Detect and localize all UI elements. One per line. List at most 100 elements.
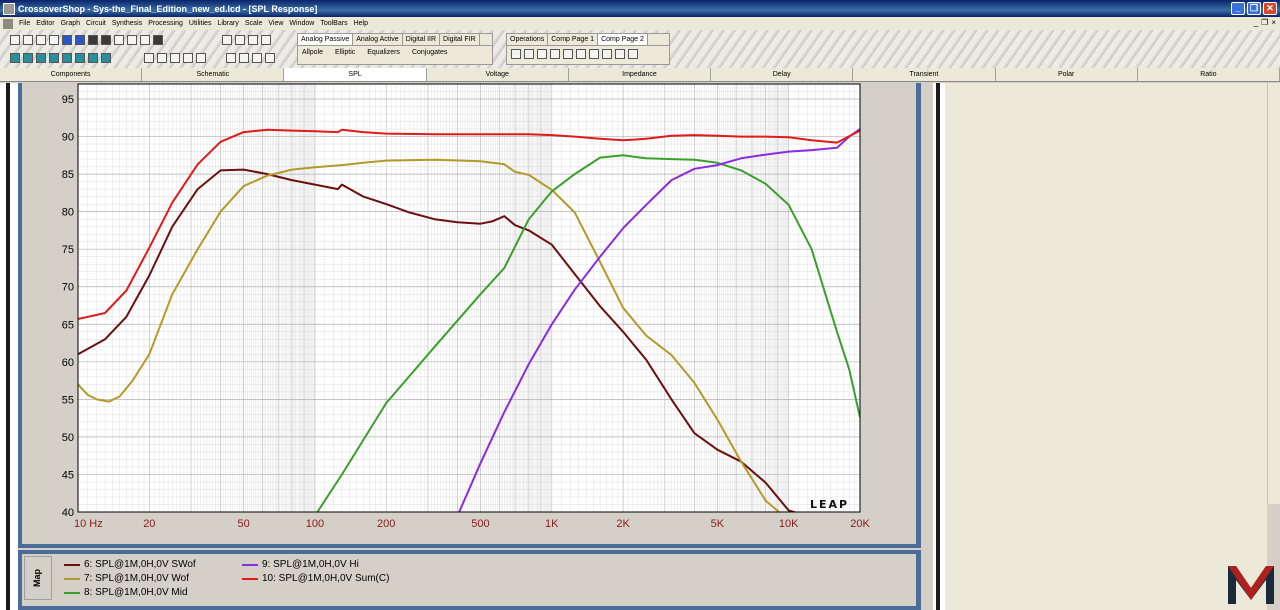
legend-item-mid[interactable]: 8: SPL@1M,0H,0V Mid xyxy=(64,587,188,598)
menu-help[interactable]: Help xyxy=(351,20,371,27)
legend-item-swof[interactable]: 6: SPL@1M,0H,0V SWof xyxy=(64,559,196,570)
component-icon[interactable] xyxy=(88,35,98,45)
tab-digital-fir[interactable]: Digital FIR xyxy=(440,34,480,45)
panel-toolbar xyxy=(226,53,275,63)
filter-icon[interactable] xyxy=(615,49,625,59)
menu-circuit[interactable]: Circuit xyxy=(83,20,109,27)
zoom-in-icon[interactable] xyxy=(10,53,20,63)
window-controls: _ ❐ ✕ xyxy=(1231,2,1277,15)
export-icon[interactable] xyxy=(114,35,124,45)
minimize-button[interactable]: _ xyxy=(1231,2,1245,15)
grid-icon[interactable] xyxy=(75,53,85,63)
tab-operations[interactable]: Operations xyxy=(507,34,549,45)
legend-item-wof[interactable]: 7: SPL@1M,0H,0V Wof xyxy=(64,573,189,584)
pan-icon[interactable] xyxy=(49,53,59,63)
menu-view[interactable]: View xyxy=(265,20,286,27)
diode-icon[interactable] xyxy=(550,49,560,59)
legend-item-sum[interactable]: 10: SPL@1M,0H,0V Sum(C) xyxy=(242,573,389,584)
new-file-icon[interactable] xyxy=(10,35,20,45)
cursor-icon[interactable] xyxy=(62,53,72,63)
print-preview-icon[interactable] xyxy=(127,35,137,45)
layout-3-icon[interactable] xyxy=(170,53,180,63)
scale-icon[interactable] xyxy=(88,53,98,63)
zoom-out-icon[interactable] xyxy=(23,53,33,63)
grid-snap-icon[interactable] xyxy=(235,35,245,45)
tab-polar[interactable]: Polar xyxy=(996,68,1138,81)
circle-icon[interactable] xyxy=(511,49,521,59)
legend-swatch xyxy=(242,577,258,580)
mdi-minimize-button[interactable]: _ xyxy=(1254,18,1258,27)
menu-processing[interactable]: Processing xyxy=(145,20,186,27)
x-tick-label: 200 xyxy=(377,518,395,530)
document-icon[interactable] xyxy=(3,18,13,29)
switch-icon[interactable] xyxy=(628,49,638,59)
map-label: Map xyxy=(32,569,42,587)
close-button[interactable]: ✕ xyxy=(1263,2,1277,15)
layout-2-icon[interactable] xyxy=(157,53,167,63)
open-file-icon[interactable] xyxy=(23,35,33,45)
capacitor-icon[interactable] xyxy=(537,49,547,59)
settings-icon[interactable] xyxy=(153,35,163,45)
play-icon[interactable] xyxy=(589,49,599,59)
tab-delay[interactable]: Delay xyxy=(711,68,854,81)
panel-1-icon[interactable] xyxy=(226,53,236,63)
amplifier-icon[interactable] xyxy=(563,49,573,59)
tab-spl[interactable]: SPL xyxy=(284,68,427,81)
menu-graph[interactable]: Graph xyxy=(58,20,83,27)
menu-synthesis[interactable]: Synthesis xyxy=(109,20,145,27)
resistor-icon[interactable] xyxy=(524,49,534,59)
menu-utilities[interactable]: Utilities xyxy=(186,20,215,27)
view-tab-strip: Components Schematic SPL Voltage Impedan… xyxy=(0,68,1280,82)
layout-5-icon[interactable] xyxy=(196,53,206,63)
print-icon[interactable] xyxy=(140,35,150,45)
map-tab[interactable]: Map xyxy=(24,556,52,600)
tab-components[interactable]: Components xyxy=(0,68,143,81)
layout-4-icon[interactable] xyxy=(183,53,193,63)
tab-digital-iir[interactable]: Digital IIR xyxy=(403,34,441,45)
tab-ratio[interactable]: Ratio xyxy=(1138,68,1280,81)
chip-icon[interactable] xyxy=(101,35,111,45)
elliptic-button[interactable]: Elliptic xyxy=(335,49,355,56)
save-as-icon[interactable] xyxy=(75,35,85,45)
tab-schematic[interactable]: Schematic xyxy=(142,68,285,81)
equalizers-button[interactable]: Equalizers xyxy=(367,49,400,56)
legend-item-hi[interactable]: 9: SPL@1M,0H,0V Hi xyxy=(242,559,359,570)
menu-editor[interactable]: Editor xyxy=(33,20,57,27)
menu-toolbars[interactable]: ToolBars xyxy=(317,20,350,27)
menu-library[interactable]: Library xyxy=(214,20,241,27)
menu-scale[interactable]: Scale xyxy=(242,20,266,27)
legend-swatch xyxy=(64,563,80,566)
tab-analog-active[interactable]: Analog Active xyxy=(353,34,403,45)
tab-voltage[interactable]: Voltage xyxy=(427,68,569,81)
spl-chart[interactable]: 40 45 50 55 60 65 70 75 80 85 90 95 10 Hz 20 50 100 200… xyxy=(22,83,916,544)
tab-transient[interactable]: Transient xyxy=(853,68,996,81)
mdi-restore-button[interactable]: ❐ xyxy=(1261,18,1268,27)
allpole-button[interactable]: Allpole xyxy=(302,49,323,56)
splitter[interactable] xyxy=(933,83,945,610)
align-icon[interactable] xyxy=(222,35,232,45)
box-icon[interactable] xyxy=(261,35,271,45)
mdi-close-button[interactable]: × xyxy=(1271,18,1276,27)
conjugates-button[interactable]: Conjugates xyxy=(412,49,447,56)
tab-comp-page-2[interactable]: Comp Page 2 xyxy=(598,34,648,45)
restore-button[interactable]: ❐ xyxy=(1247,2,1261,15)
y-tick-label: 60 xyxy=(62,357,74,369)
frame-icon[interactable] xyxy=(248,35,258,45)
save-icon[interactable] xyxy=(62,35,72,45)
tab-comp-page-1[interactable]: Comp Page 1 xyxy=(548,34,599,45)
vertical-scrollbar[interactable] xyxy=(1267,83,1280,504)
layout-1-icon[interactable] xyxy=(144,53,154,63)
marker-icon[interactable] xyxy=(101,53,111,63)
menu-file[interactable]: File xyxy=(16,20,33,27)
link-icon[interactable] xyxy=(49,35,59,45)
panel-4-icon[interactable] xyxy=(265,53,275,63)
tab-impedance[interactable]: Impedance xyxy=(569,68,712,81)
block-icon[interactable] xyxy=(602,49,612,59)
panel-3-icon[interactable] xyxy=(252,53,262,63)
panel-2-icon[interactable] xyxy=(239,53,249,63)
fit-view-icon[interactable] xyxy=(36,53,46,63)
tab-analog-passive[interactable]: Analog Passive xyxy=(298,34,354,45)
inductor-icon[interactable] xyxy=(576,49,586,59)
open-folder-icon[interactable] xyxy=(36,35,46,45)
menu-window[interactable]: Window xyxy=(286,20,317,27)
